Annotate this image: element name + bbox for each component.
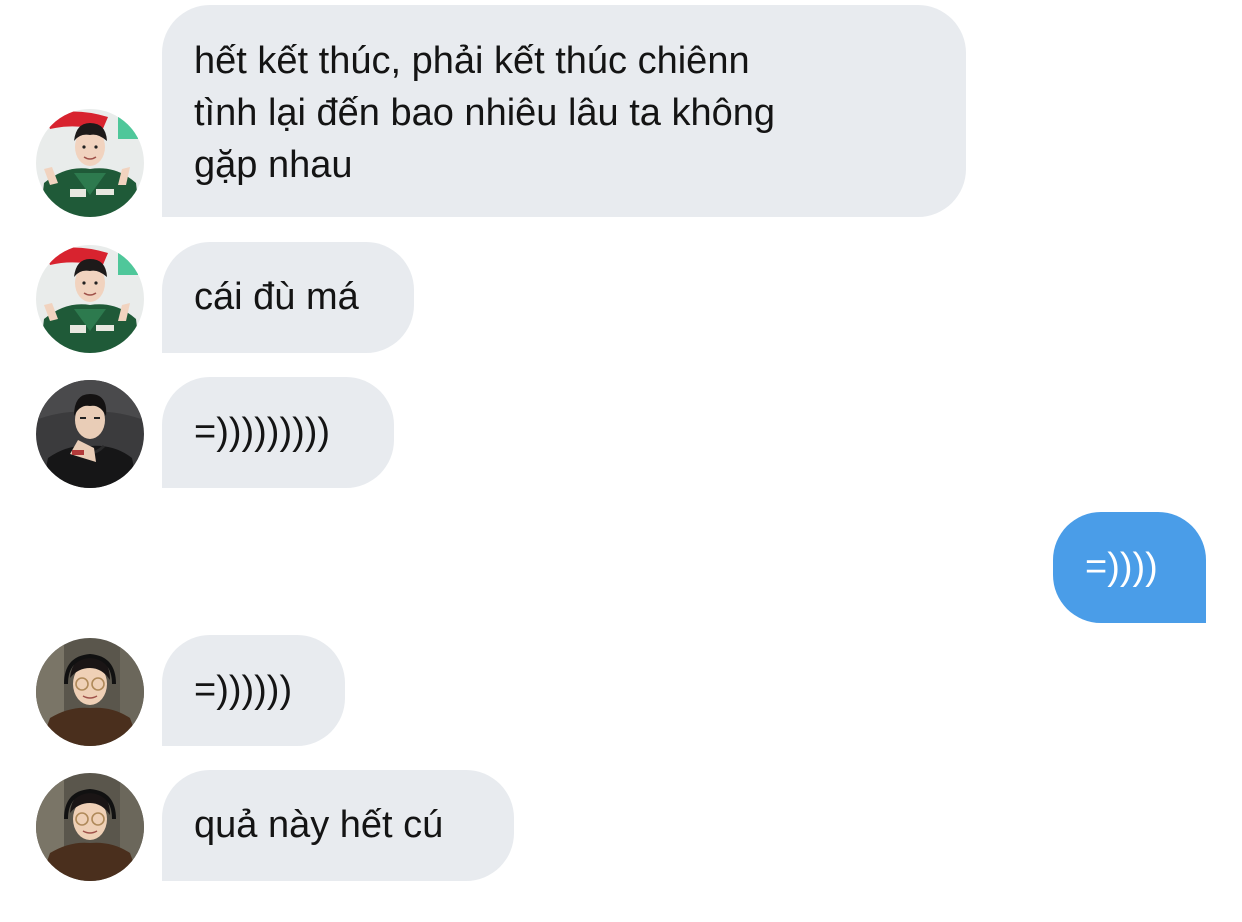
message-line: cái đù má <box>194 276 359 318</box>
avatar-green-jacket[interactable] <box>36 109 144 217</box>
message-line: =)))))) <box>194 669 293 711</box>
message-line: gặp nhau <box>194 144 353 186</box>
incoming-message-bubble[interactable]: =))))))))) <box>162 377 394 488</box>
message-line: =)))) <box>1085 546 1158 588</box>
incoming-message-bubble[interactable]: cái đù má <box>162 242 414 353</box>
avatar-black-hoodie[interactable] <box>36 380 144 488</box>
outgoing-message-bubble[interactable]: =)))) <box>1053 512 1206 623</box>
incoming-message-bubble[interactable]: hết kết thúc, phải kết thúc chiênn tình … <box>162 5 966 217</box>
message-line: tình lại đến bao nhiêu lâu ta không <box>194 92 776 134</box>
message-line: hết kết thúc, phải kết thúc chiênn <box>194 40 750 82</box>
message-line: =))))))))) <box>194 411 331 453</box>
message-line: quả này hết cú <box>194 804 444 846</box>
incoming-message-bubble[interactable]: quả này hết cú <box>162 770 514 881</box>
avatar-green-jacket[interactable] <box>36 245 144 353</box>
avatar-glasses-headphones[interactable] <box>36 638 144 746</box>
avatar-glasses-headphones[interactable] <box>36 773 144 881</box>
incoming-message-bubble[interactable]: =)))))) <box>162 635 345 746</box>
